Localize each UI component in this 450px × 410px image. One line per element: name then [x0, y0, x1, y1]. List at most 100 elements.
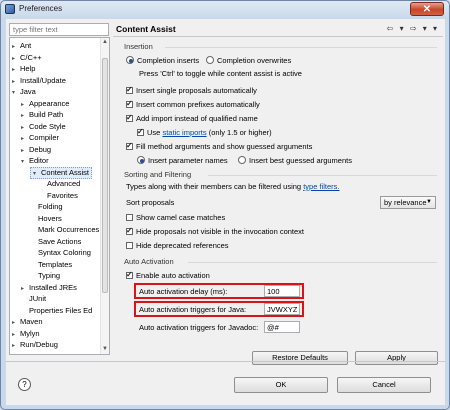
tree-item[interactable]: JUnit: [21, 293, 46, 305]
help-icon[interactable]: ?: [18, 378, 31, 391]
sort-proposals-label: Sort proposals: [126, 198, 175, 207]
tree-item-label: Compiler: [29, 133, 60, 142]
tree-item[interactable]: Typing: [30, 270, 60, 282]
tree-item[interactable]: ▾ Java: [12, 86, 36, 98]
scroll-down-arrow-icon[interactable]: ▼: [101, 345, 109, 354]
sorting-section-rule: [208, 175, 437, 176]
tree-item[interactable]: ▸ Maven: [12, 316, 43, 328]
tree-item[interactable]: Properties Files Ed: [21, 305, 92, 317]
tree-item[interactable]: ▸ Appearance: [21, 98, 69, 110]
java-triggers-input[interactable]: [264, 303, 300, 315]
tree-expander-icon[interactable]: ▾: [12, 87, 20, 99]
page-navigation-arrows-icon[interactable]: ⇦ ▾ ⇨ ▾ ▾: [387, 24, 439, 33]
page-title: Content Assist: [116, 24, 176, 34]
show-camel-case-checkbox[interactable]: Show camel case matches: [126, 213, 225, 223]
tree-item-label: C/C++: [20, 52, 42, 62]
title-bar: Preferences ✕: [1, 1, 449, 18]
static-imports-link[interactable]: static imports: [162, 128, 206, 137]
checkbox-icon: [126, 113, 133, 123]
tree-expander-icon[interactable]: ▾: [21, 156, 29, 168]
checkbox-icon: [126, 214, 133, 221]
tree-item[interactable]: ▸ Debug: [21, 144, 51, 156]
hide-invisible-proposals-checkbox[interactable]: Hide proposals not visible in the invoca…: [126, 226, 304, 237]
eclipse-app-icon: [5, 4, 15, 14]
tree-item[interactable]: Templates: [30, 259, 72, 271]
page-title-divider: [113, 36, 443, 37]
tree-scrollbar[interactable]: ▲ ▼: [100, 38, 109, 354]
tree-item-label: Favorites: [47, 190, 78, 200]
type-filters-text: Types along with their members can be fi…: [126, 182, 340, 191]
footer-divider: [6, 361, 445, 362]
tree-item[interactable]: Folding: [30, 201, 63, 213]
tree-item[interactable]: ▸ Help: [12, 63, 35, 75]
type-filters-link[interactable]: type filters.: [303, 182, 339, 191]
tree-item-label: Code Style: [29, 121, 66, 131]
apply-button[interactable]: Apply: [355, 351, 438, 365]
tree-item-label: Ant: [20, 41, 32, 50]
auto-activation-section-label: Auto Activation: [124, 257, 174, 266]
restore-defaults-button[interactable]: Restore Defaults: [252, 351, 348, 365]
tree-item[interactable]: Syntax Coloring: [30, 247, 91, 259]
insert-best-guessed-radio[interactable]: Insert best guessed arguments: [238, 156, 352, 166]
radio-icon: [126, 56, 134, 64]
checkbox-icon: [126, 85, 133, 95]
tree-item[interactable]: Save Actions: [30, 236, 81, 248]
tree-item-label: Install/Update: [20, 75, 66, 85]
tree-item[interactable]: ▸ Install/Update: [12, 75, 66, 87]
tree-item[interactable]: Hovers: [30, 213, 62, 225]
use-static-imports-checkbox[interactable]: Use static imports (only 1.5 or higher): [137, 127, 272, 138]
insertion-section-label: Insertion: [124, 42, 153, 51]
tree-item[interactable]: ▾ Editor: [21, 155, 49, 167]
tree-item[interactable]: ▸ Ant: [12, 40, 31, 52]
insertion-section-rule: [165, 47, 437, 48]
enable-auto-activation-checkbox[interactable]: Enable auto activation: [126, 270, 210, 281]
hide-deprecated-checkbox[interactable]: Hide deprecated references: [126, 241, 229, 251]
ok-button[interactable]: OK: [234, 377, 328, 393]
tree-item-label: Run/Debug: [20, 340, 58, 349]
tree-item[interactable]: ▸ C/C++: [12, 52, 42, 64]
tree-item-label: Java: [20, 87, 36, 96]
tree-expander-icon[interactable]: ▾: [33, 169, 41, 179]
tree-item[interactable]: Mark Occurrences: [30, 224, 99, 236]
insert-parameter-names-radio[interactable]: Insert parameter names: [137, 156, 228, 166]
checkbox-icon: [137, 127, 144, 137]
tree-item[interactable]: Advanced: [39, 178, 80, 190]
checkbox-icon: [126, 226, 133, 236]
dialog-client-area: ▸Ant▸C/C++▸Help▸Install/Update▾Java▸Appe…: [6, 19, 445, 405]
tree-item[interactable]: ▸ Code Style: [21, 121, 66, 133]
add-import-checkbox[interactable]: Add import instead of qualified name: [126, 113, 258, 124]
close-window-button[interactable]: ✕: [410, 2, 444, 16]
scroll-up-arrow-icon[interactable]: ▲: [101, 38, 109, 47]
javadoc-triggers-input[interactable]: [264, 321, 300, 333]
sort-proposals-dropdown[interactable]: by relevance ▼: [380, 196, 436, 209]
tree-item-label: Hovers: [38, 213, 62, 223]
checkbox-icon: [126, 99, 133, 109]
tree-item[interactable]: Favorites: [39, 190, 78, 202]
insert-common-prefixes-checkbox[interactable]: Insert common prefixes automatically: [126, 99, 260, 110]
tree-item[interactable]: ▸ Installed JREs: [21, 282, 77, 294]
tree-item[interactable]: ▸ Run/Debug: [12, 339, 58, 351]
tree-scrollbar-thumb[interactable]: [102, 58, 108, 293]
auto-activation-section-rule: [188, 262, 437, 263]
cancel-button[interactable]: Cancel: [337, 377, 431, 393]
tree-item[interactable]: ▸ Compiler: [21, 132, 59, 144]
javadoc-triggers-label: Auto activation triggers for Javadoc:: [139, 323, 259, 332]
tree-item-label: Appearance: [29, 98, 70, 108]
tree-item-label: Syntax Coloring: [38, 248, 91, 257]
tree-item-label: Editor: [29, 156, 49, 165]
fill-method-arguments-checkbox[interactable]: Fill method arguments and show guessed a…: [126, 141, 312, 152]
tree-item-label: Save Actions: [38, 236, 82, 246]
delay-input[interactable]: [264, 285, 300, 297]
tree-item[interactable]: ▾ Content Assist: [30, 166, 92, 179]
tree-item[interactable]: ▸ Mylyn: [12, 328, 40, 340]
tree-item[interactable]: ▸ Build Path: [21, 109, 63, 121]
completion-overwrites-radio[interactable]: Completion overwrites: [206, 56, 291, 66]
checkbox-icon: [126, 242, 133, 249]
completion-inserts-radio[interactable]: Completion inserts: [126, 56, 199, 66]
insert-single-proposals-checkbox[interactable]: Insert single proposals automatically: [126, 85, 257, 96]
checkbox-icon: [126, 141, 133, 151]
checkbox-icon: [126, 270, 133, 280]
tree-item-label: Maven: [20, 317, 43, 326]
filter-input[interactable]: [9, 23, 109, 36]
tree-expander-icon[interactable]: ▸: [12, 340, 20, 352]
